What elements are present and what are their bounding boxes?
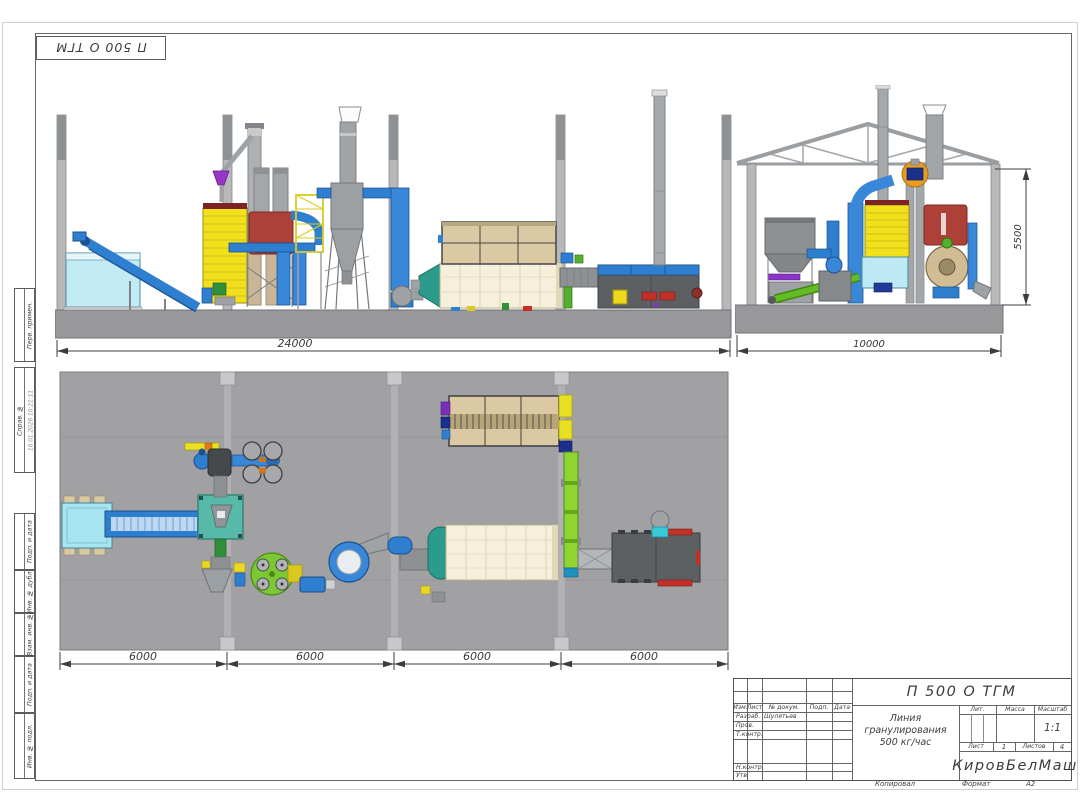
dim-front-width: 24000 (278, 337, 313, 350)
tb-sheet-label: Лист (959, 742, 993, 751)
tb-lit-label: Лит. (959, 705, 996, 714)
boiler-door-yellow (613, 290, 627, 304)
side-discharge-spout (973, 281, 991, 299)
plan-fuel-storage-unit (441, 395, 572, 452)
roof-truss (737, 124, 999, 164)
side-column-right (991, 164, 1000, 305)
tb-sheets-value: 4 (1053, 742, 1071, 751)
tb-row-nkontr: Н.контр. (734, 763, 762, 771)
tb-row-prov: Пров. (734, 721, 762, 730)
tb-col-data: Дата (832, 703, 852, 712)
dim-bay-2: 6000 (296, 650, 324, 663)
side-width-dimension: 10000 (737, 335, 1001, 357)
plan-belt-conveyor (105, 511, 201, 537)
tb-col-dokum: № докум. (762, 703, 806, 712)
hammer-mill-bin (202, 203, 247, 305)
plan-cyan-stub (652, 527, 668, 537)
cyclone-separator (317, 107, 393, 309)
dim-bay-3: 6000 (463, 650, 491, 663)
plan-platform-feeder (198, 495, 243, 539)
margin-cell-perv-primen: Перв. примен. (14, 288, 35, 362)
side-pellet-mill (926, 238, 968, 298)
foundation-slab (55, 310, 731, 338)
tb-row-tkontr: Т.контр. (734, 730, 762, 739)
plan-bay-dimensions: 6000 6000 6000 6000 (60, 650, 728, 670)
margin-cell-podp-data-2: Подп. и дата (14, 656, 35, 713)
tb-razrab-name: Шулятьев (762, 712, 806, 721)
footer-copied: Копировал (845, 780, 945, 788)
tb-row-razrab: Разраб. (734, 712, 762, 721)
side-height-dimension: 5500 (995, 169, 1031, 305)
drawing-sheet: П 500 О ТГМ Перв. примен. Справ. № 16.01… (0, 0, 1080, 810)
plan-duct-to-boiler (578, 549, 612, 569)
tb-sheet-value: 1 (993, 742, 1015, 751)
plan-view: 6000 6000 6000 6000 (55, 365, 735, 677)
tb-mass-label: Масса (996, 705, 1034, 714)
drum-boiler-duct (560, 253, 598, 308)
tb-sheets-label: Листов (1015, 742, 1053, 751)
tb-doc-number: П 500 О ТГМ (852, 679, 1071, 705)
dim-bay-4: 6000 (630, 650, 658, 663)
boiler-chimney (652, 90, 667, 265)
print-timestamp: 16.01.2026 10:21:11 (27, 372, 36, 468)
footer-format-value: А2 (1026, 780, 1035, 788)
side-elevation-view: 10000 5500 (735, 85, 1035, 365)
heat-generator-boiler (598, 265, 702, 308)
tb-col-izm: Изм. (734, 703, 747, 712)
side-yellow-bin (865, 200, 909, 257)
top-left-doc-stamp: П 500 О ТГМ (36, 36, 166, 60)
front-width-dimension: 24000 (57, 337, 730, 357)
side-chimney (876, 85, 890, 215)
tb-scale-label: Масштаб (1034, 705, 1071, 714)
side-column-left (747, 164, 756, 305)
fuel-hopper-boxes (438, 222, 556, 264)
plan-boiler-chimney-circle (651, 511, 669, 529)
title-block: Изм. Лист № докум. Подп. Дата Разраб. Шу… (733, 678, 1072, 781)
margin-cell-inv-podl: Инв. № подл. (14, 713, 35, 779)
tb-row-utv: Утв. (734, 771, 762, 780)
side-cyan-box (862, 257, 908, 292)
doc-number-rotated: П 500 О ТГМ (37, 37, 165, 59)
dim-side-width: 10000 (853, 339, 885, 350)
side-foundation-slab (735, 305, 1003, 333)
front-elevation-view: 24000 (55, 85, 735, 365)
tb-company: КировБелМаш (959, 751, 1071, 780)
tb-col-list: Лист (747, 703, 762, 712)
drum-dryer (411, 263, 562, 311)
tb-scale-value: 1:1 (1034, 714, 1071, 742)
footer-format-label: Формат (962, 780, 990, 788)
margin-cell-vzam-inv: Взам. инв. № (14, 613, 35, 656)
margin-cell-inv-dubl: Инв. № дубл. (14, 570, 35, 613)
side-elevator-b (916, 183, 924, 303)
dim-side-height: 5500 (1013, 224, 1024, 249)
tb-title: Линия гранулирования 500 кг/час (852, 709, 959, 753)
margin-cell-podp-data-1: Подп. и дата (14, 513, 35, 570)
side-right-pipe (968, 223, 977, 289)
dim-bay-1: 6000 (129, 650, 157, 663)
tb-col-podp: Подп. (806, 703, 832, 712)
